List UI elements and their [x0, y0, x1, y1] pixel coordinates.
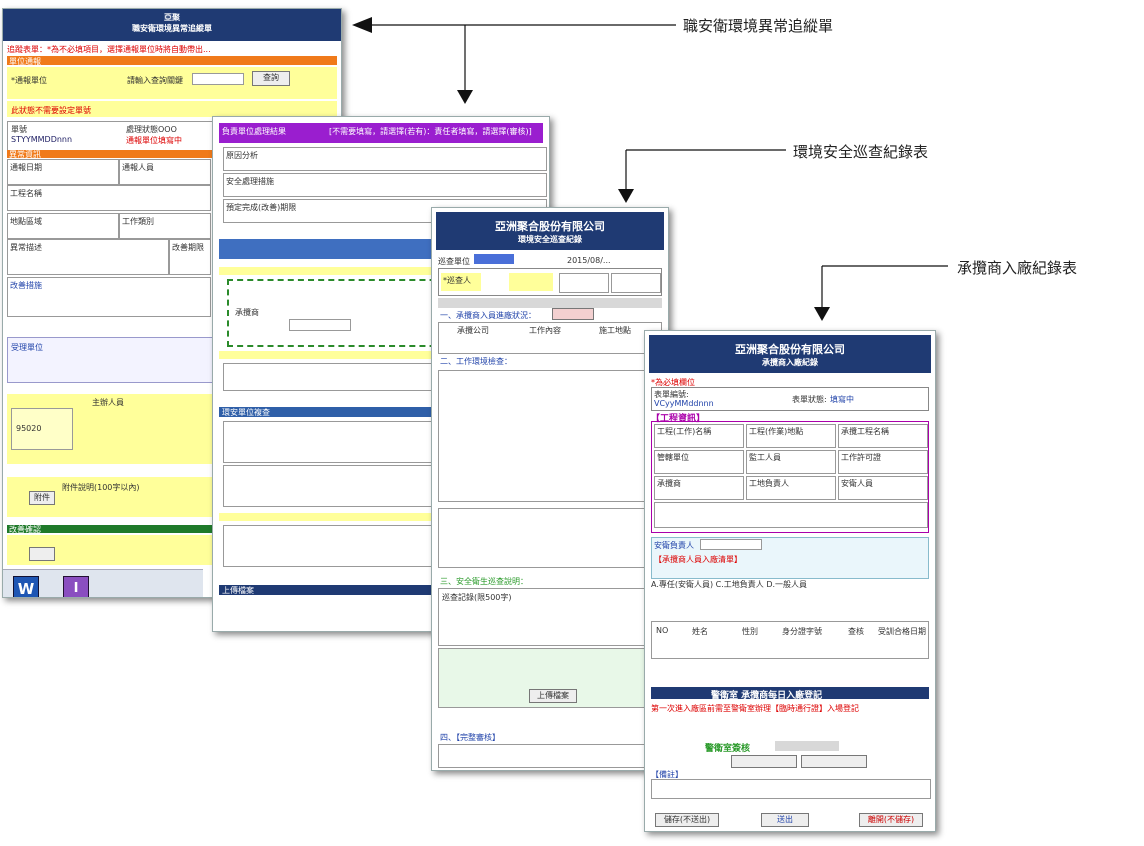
form3-f6: 工作許可證	[841, 453, 881, 462]
form1b-field3: 預定完成(改善)期限	[226, 203, 297, 212]
form2-section1: 一、承攬商入員進廠狀況：	[440, 311, 536, 320]
form1-date-label: 通報日期	[10, 163, 42, 172]
form1b-field4: 承攬商	[235, 308, 259, 317]
form1-status-label: 處理狀態OOO	[126, 125, 177, 134]
taskbar: W I	[3, 569, 203, 597]
form1-section-report: 單位通報	[9, 57, 41, 66]
form1-title-company: 亞聚	[164, 13, 180, 22]
form3-safety-label: 安衛負責人	[654, 541, 694, 550]
form1-code-value: 95020	[16, 424, 42, 433]
form3-status-label: 表單狀態:	[792, 395, 827, 404]
form2-unit-label: 巡查單位	[438, 257, 470, 266]
arrow-head-left-icon	[352, 17, 372, 33]
form1-title: 職安衛環境異常追縱單	[132, 24, 212, 33]
form3-gate-hint: 第一次進入廠區前需至警衛室辦理【臨時通行證】入場登記	[651, 704, 859, 713]
form1-no-value: STYYMMDDnnn	[11, 135, 73, 144]
form2-inspector-label: *巡查人	[443, 276, 471, 285]
infopath-icon[interactable]: I	[63, 576, 89, 597]
form1-measure-label: 改善措施	[10, 281, 42, 290]
form2-section2: 二、工作環境檢查：	[440, 357, 512, 366]
form1-upload-button[interactable]: 附件	[29, 491, 55, 505]
form3-col-note: 受訓合格日期	[878, 627, 926, 636]
form1-no-item: 此狀態不需要設定單號	[11, 106, 91, 115]
form1-query-button[interactable]: 查詢	[252, 71, 290, 86]
form3-leave-button[interactable]: 離開(不儲存)	[859, 813, 923, 827]
form2-company: 亞洲聚合股份有限公司	[495, 220, 605, 233]
form1b-field1: 原因分析	[226, 151, 258, 160]
form2-section4: 四、【完整審核】	[440, 733, 500, 742]
form1-project-label: 工程名稱	[10, 189, 42, 198]
form1-item-label: 工作類別	[122, 217, 154, 226]
form1-upload-label: 附件說明(100字以內)	[62, 483, 140, 492]
form1b-footer: 上傳檔案	[222, 586, 254, 595]
form3-col-type: 性別	[742, 627, 758, 636]
form3-col-name: 姓名	[692, 627, 708, 636]
form2-title: 環境安全巡查紀錄	[518, 235, 582, 244]
form2-col3: 施工地點	[599, 326, 631, 335]
form3-status-value: 填寫中	[830, 395, 854, 404]
form3-col-check: 查核	[848, 627, 864, 636]
form2-add-button[interactable]	[552, 308, 594, 320]
form3-safety-select[interactable]	[700, 539, 762, 550]
form-env-inspection: 亞洲聚合股份有限公司 環境安全巡查紀錄 巡查單位 2015/08/... *巡查…	[431, 207, 669, 771]
form3-f5: 監工人員	[749, 453, 781, 462]
form3-f8: 工地負責人	[749, 479, 789, 488]
form2-date-value: 2015/08/...	[567, 256, 611, 265]
word-icon[interactable]: W	[13, 576, 39, 597]
form-contractor-entry: 亞洲聚合股份有限公司 承攬商入廠紀錄 *為必填欄位 表單編號: VCyyMMdd…	[644, 330, 936, 832]
form3-people-hint: A.專任(安衛人員) C.工地負責人 D.一般人員	[651, 580, 808, 589]
form3-sign-label: 警衛室簽核	[705, 744, 751, 754]
form3-gate-button1[interactable]	[731, 755, 797, 768]
form3-no-value: VCyyMMddnnn	[654, 399, 714, 408]
form1-unit-label: *通報單位	[11, 76, 47, 85]
form3-people-label: 【承攬商人員入廠清單】	[654, 555, 742, 564]
form2-upload-button[interactable]: 上傳檔案	[529, 689, 577, 703]
form3-submit-button[interactable]: 送出	[761, 813, 809, 827]
form3-gate-button2[interactable]	[801, 755, 867, 768]
form1-location-label: 地點區域	[10, 217, 42, 226]
form3-title: 承攬商入廠紀錄	[762, 358, 818, 367]
form1-no-label: 單號	[11, 125, 27, 134]
form2-unit-select[interactable]	[474, 254, 514, 264]
form1-attach2-button[interactable]	[29, 547, 55, 561]
arrow-head-down-icon	[457, 90, 473, 104]
form1b-field2: 安全處理措施	[226, 177, 274, 186]
form1b-field5: 環安單位複查	[222, 408, 270, 417]
form3-f7: 承攬商	[657, 479, 681, 488]
form2-section3: 三、安全衛生巡查說明：	[440, 577, 528, 586]
form2-remarks: 巡查記錄(限500字)	[442, 593, 512, 602]
form3-col-no: NO	[656, 626, 669, 635]
form1b-select[interactable]	[289, 319, 351, 331]
form1-person-label: 通報人員	[122, 163, 154, 172]
form1-find-input[interactable]	[192, 73, 244, 85]
form3-f4: 管轄單位	[657, 453, 689, 462]
arrow-head-down-icon	[618, 189, 634, 203]
form1b-header-right: [不需要填寫，請選擇(若有)：責任者填寫，請選擇(審核)]	[329, 127, 532, 136]
form2-col1: 承攬公司	[457, 326, 489, 335]
form3-company: 亞洲聚合股份有限公司	[735, 343, 845, 356]
form3-save-button[interactable]: 儲存(不送出)	[655, 813, 719, 827]
form1-notice: 追蹤表單：*為不必填項目，選擇通報單位時將自動帶出...	[7, 45, 211, 54]
form1-fix-label: 改善期限	[172, 243, 204, 252]
form1-section-confirm: 改善確認	[9, 525, 41, 534]
form3-f9: 安衛人員	[841, 479, 873, 488]
form1-status-value: 通報單位填寫中	[126, 136, 182, 145]
form3-f3: 承攬工程名稱	[841, 427, 889, 436]
form3-gate-section: 警衛室 承攬商每日入廠登記	[711, 691, 823, 701]
form3-f1: 工程(工作)名稱	[657, 427, 712, 436]
form2-col2: 工作內容	[529, 326, 561, 335]
form3-col-id: 身分證字號	[782, 627, 822, 636]
arrow-head-down-icon	[814, 307, 830, 321]
form1-desc-label: 異常描述	[10, 243, 42, 252]
form3-f2: 工程(作業)地點	[749, 427, 804, 436]
form1-dept-value: 主辦人員	[92, 398, 124, 407]
form1b-header-left: 負責單位處理結果	[222, 127, 286, 136]
form1-dept-label: 受理單位	[11, 343, 43, 352]
form1-find-label: 請輸入查詢關鍵	[127, 76, 183, 85]
